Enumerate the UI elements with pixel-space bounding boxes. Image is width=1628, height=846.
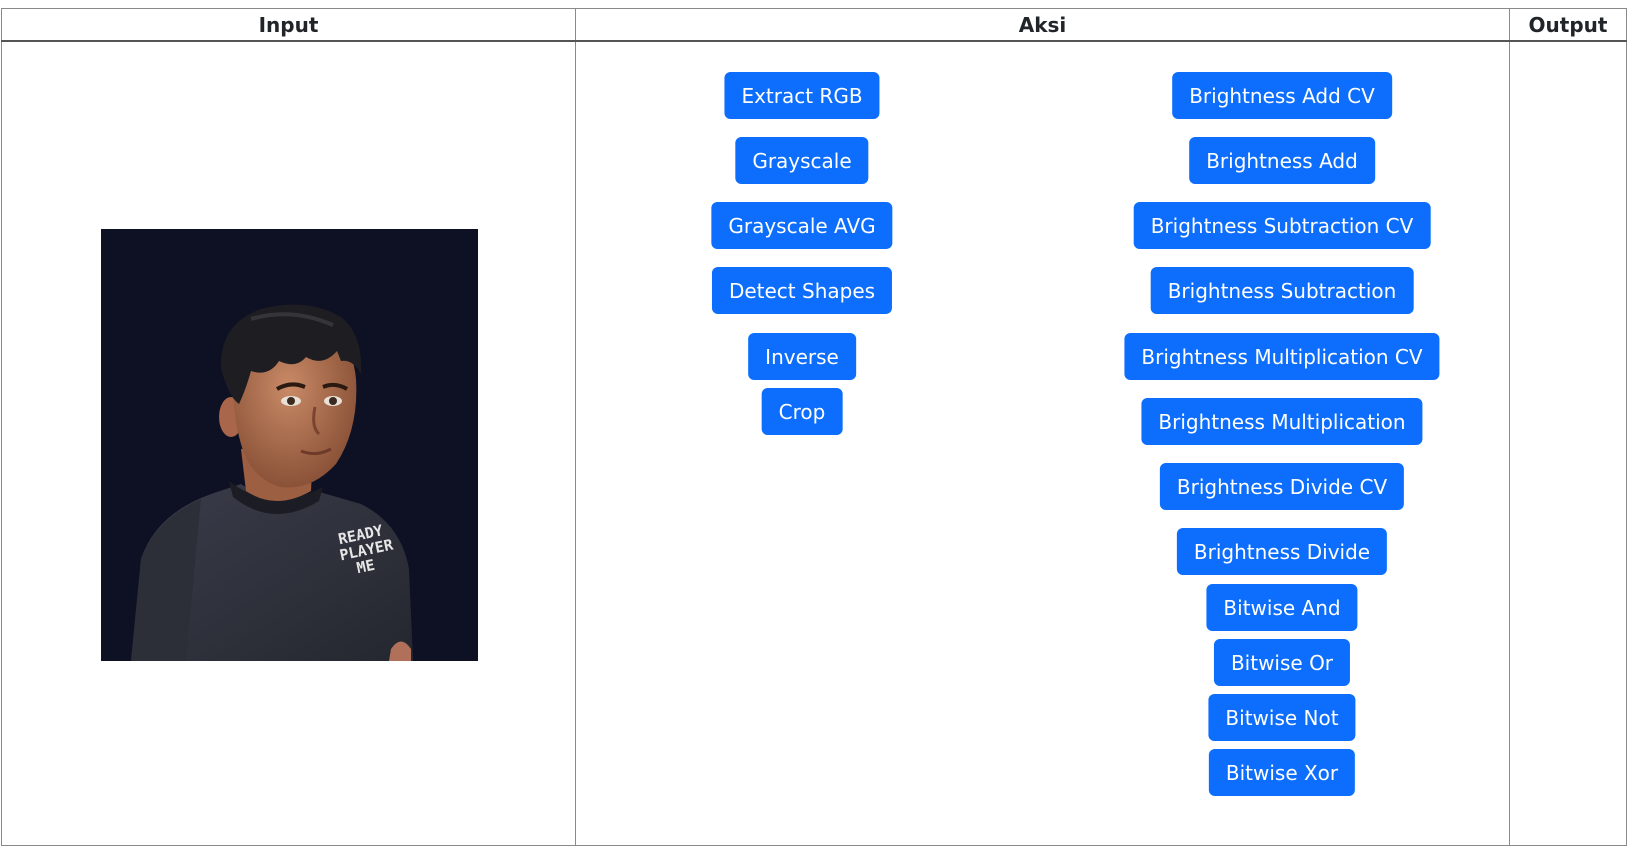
brightness-multiplication-cv-button[interactable]: Brightness Multiplication CV xyxy=(1124,333,1440,380)
image-processing-table: Input Aksi Output READY PLAYER ME Extrac… xyxy=(1,8,1627,846)
shirt-logo-line3: ME xyxy=(355,556,376,577)
brightness-add-cv-button[interactable]: Brightness Add CV xyxy=(1172,72,1392,119)
extract-rgb-button[interactable]: Extract RGB xyxy=(724,72,880,119)
grayscale-avg-button[interactable]: Grayscale AVG xyxy=(711,202,893,249)
grayscale-button[interactable]: Grayscale xyxy=(735,137,869,184)
table-row: READY PLAYER ME Extract RGB Grayscale Gr… xyxy=(1,40,1627,846)
bitwise-xor-button[interactable]: Bitwise Xor xyxy=(1208,749,1356,796)
brightness-divide-cv-button[interactable]: Brightness Divide CV xyxy=(1159,463,1405,510)
page: Input Aksi Output READY PLAYER ME Extrac… xyxy=(0,0,1628,846)
crop-button[interactable]: Crop xyxy=(761,388,843,435)
avatar-illustration: READY PLAYER ME xyxy=(101,229,478,661)
actions-cell: Extract RGB Grayscale Grayscale AVG Dete… xyxy=(575,40,1510,846)
inverse-button[interactable]: Inverse xyxy=(748,333,856,380)
header-output: Output xyxy=(1509,8,1627,42)
brightness-subtraction-cv-button[interactable]: Brightness Subtraction CV xyxy=(1133,202,1431,249)
header-input: Input xyxy=(1,8,576,42)
detect-shapes-button[interactable]: Detect Shapes xyxy=(711,267,893,314)
header-aksi: Aksi xyxy=(575,8,1510,42)
bitwise-or-button[interactable]: Bitwise Or xyxy=(1213,639,1351,686)
brightness-subtraction-button[interactable]: Brightness Subtraction xyxy=(1150,267,1414,314)
table-header-row: Input Aksi Output xyxy=(1,8,1627,42)
brightness-add-button[interactable]: Brightness Add xyxy=(1189,137,1375,184)
bitwise-and-button[interactable]: Bitwise And xyxy=(1206,584,1358,631)
brightness-multiplication-button[interactable]: Brightness Multiplication xyxy=(1141,398,1423,445)
bitwise-not-button[interactable]: Bitwise Not xyxy=(1208,694,1356,741)
output-cell xyxy=(1509,40,1627,846)
brightness-divide-button[interactable]: Brightness Divide xyxy=(1176,528,1388,575)
input-image: READY PLAYER ME xyxy=(101,229,478,661)
input-cell: READY PLAYER ME xyxy=(1,40,576,846)
